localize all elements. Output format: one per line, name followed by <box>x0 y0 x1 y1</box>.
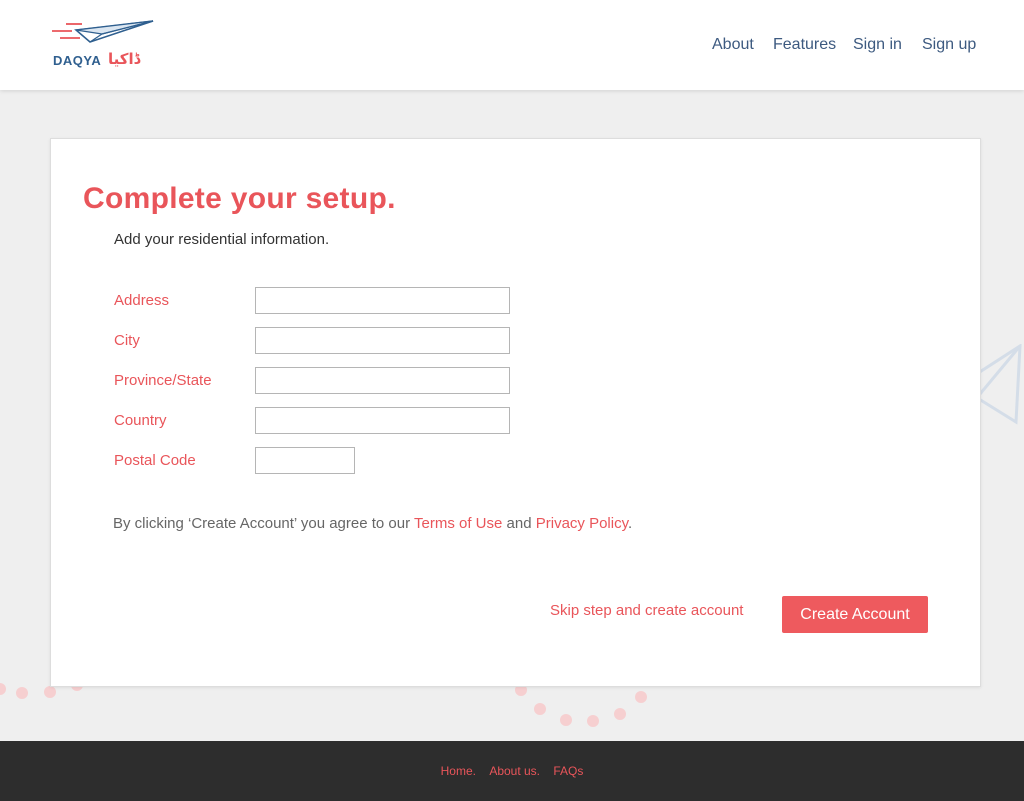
terms-and-text: and <box>502 515 536 532</box>
logo-wordmark: DAQYA <box>53 53 102 68</box>
terms-prefix-text: By clicking ‘Create Account’ you agree t… <box>113 515 414 532</box>
paper-plane-logo-icon <box>52 20 154 43</box>
nav-sign-in[interactable]: Sign in <box>853 36 902 54</box>
address-label: Address <box>114 292 170 309</box>
logo-wordmark-urdu: ڈاکیا <box>108 51 141 68</box>
address-input[interactable] <box>255 287 510 314</box>
page-subtitle: Add your residential information. <box>114 231 330 248</box>
create-account-button[interactable]: Create Account <box>782 596 928 633</box>
privacy-policy-link[interactable]: Privacy Policy <box>536 515 628 532</box>
footer-faqs-link[interactable]: FAQs <box>553 764 583 778</box>
footer: Home. About us. FAQs <box>0 741 1024 801</box>
footer-home-link[interactable]: Home. <box>441 764 476 778</box>
nav-sign-up[interactable]: Sign up <box>922 36 976 54</box>
terms-of-use-link[interactable]: Terms of Use <box>414 515 502 532</box>
brand-logo[interactable]: DAQYA ڈاکیا <box>50 18 160 70</box>
setup-card: Complete your setup. Add your residentia… <box>50 138 981 687</box>
nav-about[interactable]: About <box>712 36 754 54</box>
top-navbar: DAQYA ڈاکیا About Features Sign in Sign … <box>0 0 1024 90</box>
footer-about-link[interactable]: About us. <box>489 764 540 778</box>
postal-code-label: Postal Code <box>114 452 196 469</box>
country-input[interactable] <box>255 407 510 434</box>
footer-links: Home. About us. FAQs <box>0 764 1024 778</box>
skip-step-link[interactable]: Skip step and create account <box>550 602 743 619</box>
city-input[interactable] <box>255 327 510 354</box>
province-state-input[interactable] <box>255 367 510 394</box>
city-label: City <box>114 332 140 349</box>
postal-code-input[interactable] <box>255 447 355 474</box>
province-state-label: Province/State <box>114 372 212 389</box>
terms-notice: By clicking ‘Create Account’ you agree t… <box>113 515 632 532</box>
terms-suffix-text: . <box>627 515 633 532</box>
country-label: Country <box>114 412 167 429</box>
nav-features[interactable]: Features <box>773 36 836 54</box>
page-title: Complete your setup. <box>83 182 396 215</box>
